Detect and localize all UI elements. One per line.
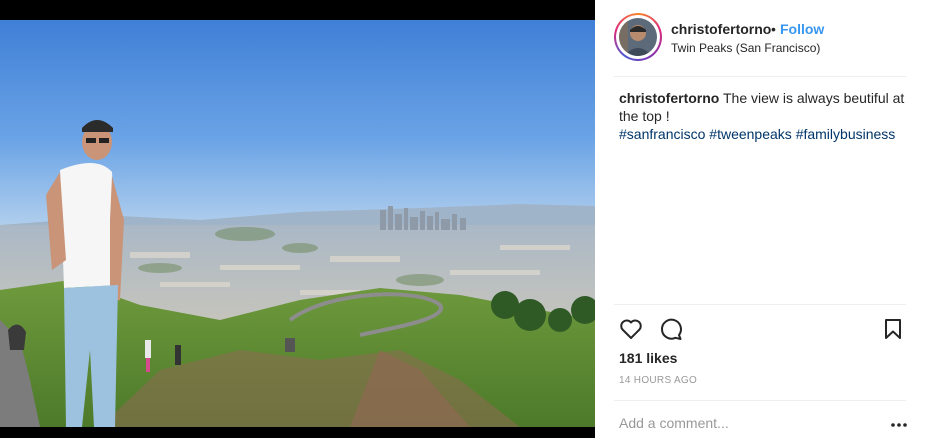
comment-input[interactable]: [619, 413, 879, 433]
post-actions: [595, 312, 929, 344]
likes-count[interactable]: 181 likes: [619, 350, 677, 366]
avatar[interactable]: [614, 13, 662, 61]
heart-outline-icon[interactable]: [618, 316, 644, 342]
avatar-image: [619, 18, 657, 56]
hashtag-link[interactable]: #tweenpeaks: [709, 126, 792, 142]
post-timestamp[interactable]: 14 HOURS AGO: [619, 375, 697, 386]
speech-bubble-icon[interactable]: [658, 316, 684, 342]
caption-username[interactable]: christofertorno: [619, 90, 719, 106]
post-photo[interactable]: [0, 20, 595, 427]
comment-divider: [614, 400, 906, 401]
post-info-pane: christofertorno • Follow Twin Peaks (San…: [595, 0, 929, 438]
hashtag-link[interactable]: #familybusiness: [796, 126, 896, 142]
post-caption: christofertorno The view is always beuti…: [619, 89, 909, 143]
follow-button[interactable]: Follow: [780, 21, 824, 37]
header-divider: [614, 76, 906, 77]
header-separator: •: [771, 21, 776, 37]
post-location[interactable]: Twin Peaks (San Francisco): [671, 41, 820, 55]
ellipsis-icon[interactable]: [889, 417, 909, 427]
post-photo-pane: [0, 0, 595, 438]
actions-divider: [614, 304, 906, 305]
post-header: christofertorno • Follow Twin Peaks (San…: [595, 0, 929, 76]
bookmark-icon[interactable]: [880, 316, 906, 342]
hashtag-link[interactable]: #sanfrancisco: [619, 126, 705, 142]
post-username[interactable]: christofertorno: [671, 21, 771, 37]
